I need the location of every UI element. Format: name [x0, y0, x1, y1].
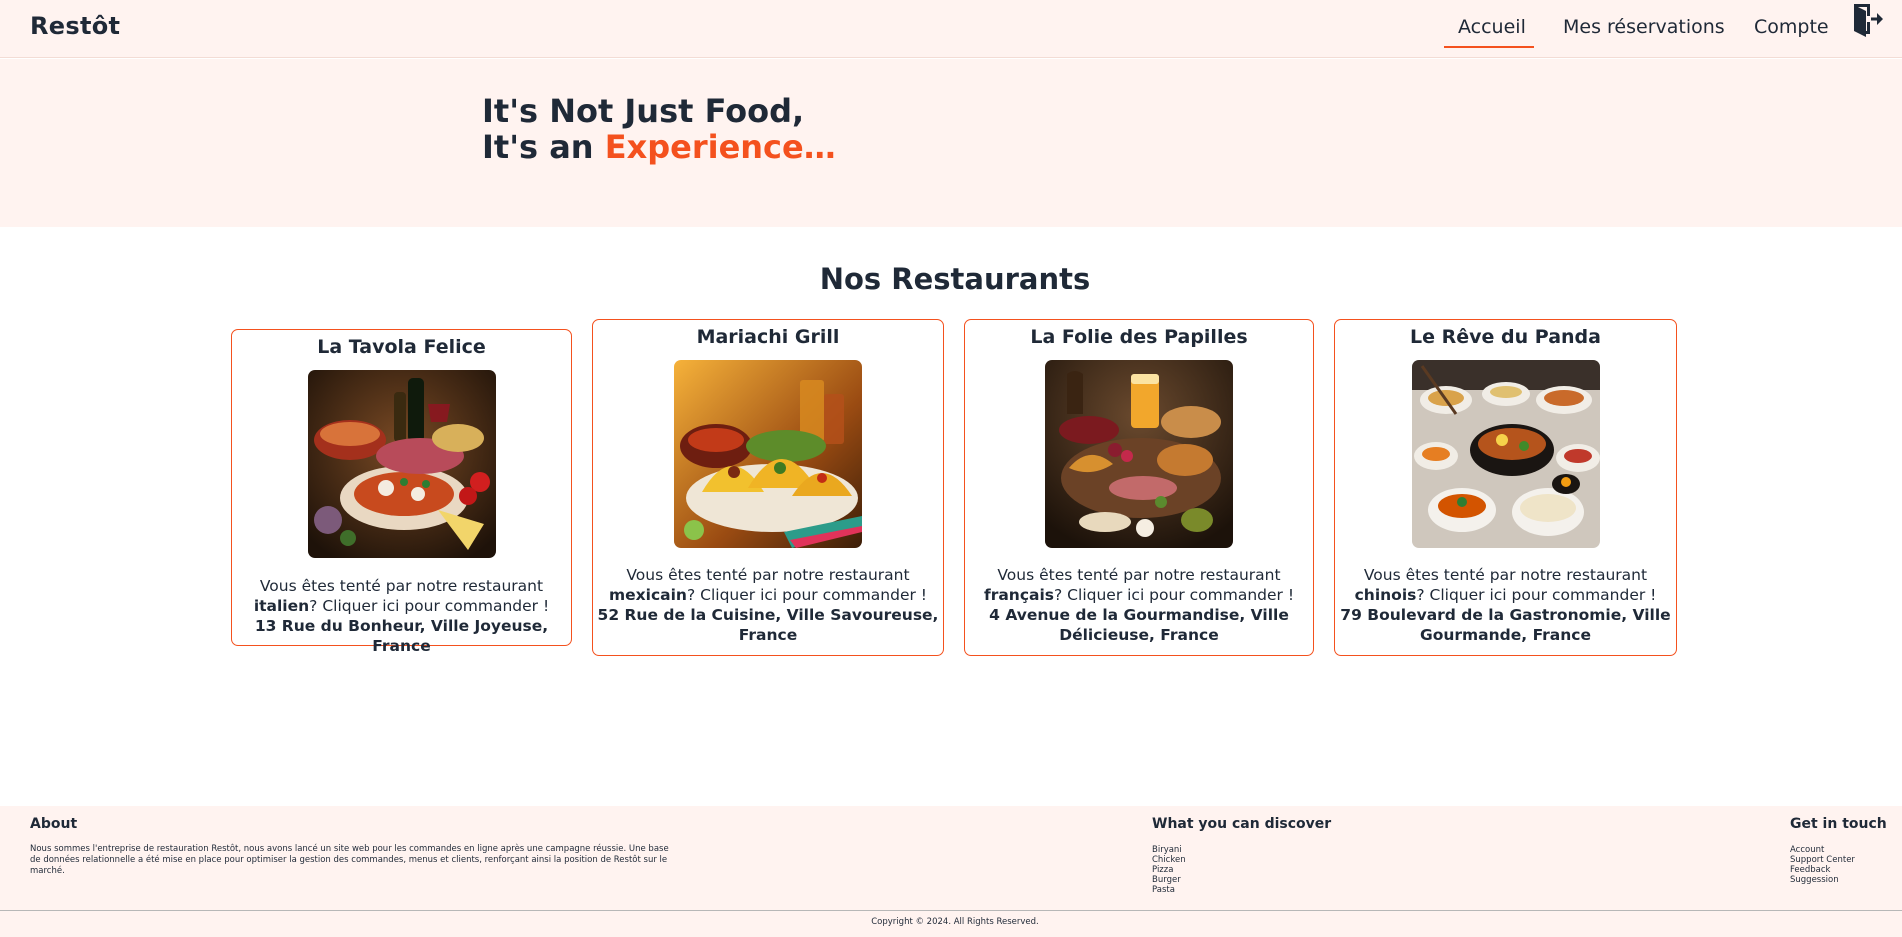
section-title: Nos Restaurants	[819, 262, 1091, 296]
restaurant-name: Mariachi Grill	[696, 326, 840, 348]
cuisine-type: français	[983, 586, 1055, 604]
restaurant-description: Vous êtes tenté par notre restaurant ita…	[236, 576, 567, 656]
restaurant-description: Vous êtes tenté par notre restaurant mex…	[597, 565, 939, 645]
restaurant-name: Le Rêve du Panda	[1410, 326, 1601, 348]
footer-contact-item-feedback[interactable]: Feedback	[1790, 865, 1855, 875]
top-navbar: Restôt Accueil Mes réservations Compte	[0, 0, 1902, 58]
order-cta-text: ? Cliquer ici pour commander !	[309, 597, 550, 615]
nav-link-mes-reservations[interactable]: Mes réservations	[1563, 16, 1725, 38]
footer-contact-item-account[interactable]: Account	[1790, 845, 1855, 855]
footer-discover-item[interactable]: Pasta	[1152, 885, 1186, 895]
nav-link-compte[interactable]: Compte	[1754, 16, 1829, 38]
restaurant-description: Vous êtes tenté par notre restaurant chi…	[1339, 565, 1672, 645]
hero-line-2-prefix: It's an	[482, 128, 605, 166]
description-intro: Vous êtes tenté par notre restaurant	[259, 577, 544, 595]
restaurant-address: 13 Rue du Bonheur, Ville Joyeuse, France	[254, 617, 549, 655]
restaurant-image-italian-food	[308, 370, 496, 558]
restaurant-card-la-tavola-felice[interactable]: La Tavola Felice Vous êtes tenté par not…	[231, 329, 572, 655]
restaurant-card-le-reve-du-panda[interactable]: Le Rêve du Panda Vous êtes tenté par not…	[1334, 319, 1677, 656]
footer-discover-item[interactable]: Burger	[1152, 875, 1186, 885]
cuisine-type: chinois	[1354, 586, 1417, 604]
cuisine-type: mexicain	[609, 586, 687, 604]
restaurant-description: Vous êtes tenté par notre restaurant fra…	[969, 565, 1309, 645]
brand-logo[interactable]: Restôt	[30, 12, 120, 40]
restaurant-card-la-folie-des-papilles[interactable]: La Folie des Papilles Vous êtes tenté pa…	[964, 319, 1314, 656]
description-intro: Vous êtes tenté par notre restaurant	[997, 566, 1281, 584]
restaurant-address: 52 Rue de la Cuisine, Ville Savoureuse, …	[597, 606, 939, 644]
footer-discover-title: What you can discover	[1152, 816, 1332, 832]
description-intro: Vous êtes tenté par notre restaurant	[626, 566, 910, 584]
cuisine-type: italien	[253, 597, 310, 615]
hero-headline-line-1: It's Not Just Food,	[482, 92, 805, 130]
footer-discover-item[interactable]: Biryani	[1152, 845, 1186, 855]
footer-divider	[0, 910, 1902, 911]
order-cta-text: ? Cliquer ici pour commander !	[686, 586, 927, 604]
logout-door-icon[interactable]	[1852, 3, 1884, 37]
restaurant-address: 4 Avenue de la Gourmandise, Ville Délici…	[989, 606, 1289, 644]
restaurant-name: La Tavola Felice	[317, 336, 486, 358]
restaurant-image-mexican-food	[674, 360, 862, 548]
footer-contact-title: Get in touch	[1790, 816, 1887, 832]
restaurant-image-chinese-food	[1412, 360, 1600, 548]
footer-contact-item-suggestion[interactable]: Suggession	[1790, 875, 1855, 885]
copyright-text: Copyright © 2024. All Rights Reserved.	[871, 917, 1039, 927]
restaurant-address: 79 Boulevard de la Gastronomie, Ville Go…	[1340, 606, 1671, 644]
restaurant-card-mariachi-grill[interactable]: Mariachi Grill Vous êtes tenté par notre…	[592, 319, 944, 656]
restaurant-name: La Folie des Papilles	[1030, 326, 1248, 348]
order-cta-text: ? Cliquer ici pour commander !	[1416, 586, 1657, 604]
active-nav-indicator	[1444, 46, 1534, 48]
footer-discover-list: Biryani Chicken Pizza Burger Pasta	[1152, 845, 1186, 895]
footer-contact-item-support[interactable]: Support Center	[1790, 855, 1855, 865]
hero-banner: It's Not Just Food, It's an Experience…	[0, 59, 1902, 227]
footer-about-text: Nous sommes l'entreprise de restauration…	[30, 844, 669, 876]
page-footer: About Nous sommes l'entreprise de restau…	[0, 806, 1902, 937]
nav-link-accueil[interactable]: Accueil	[1458, 16, 1526, 38]
hero-headline-line-2: It's an Experience…	[482, 129, 836, 165]
description-intro: Vous êtes tenté par notre restaurant	[1363, 566, 1648, 584]
order-cta-text: ? Cliquer ici pour commander !	[1054, 586, 1295, 604]
restaurant-image-french-food	[1045, 360, 1233, 548]
hero-accent-word: Experience…	[604, 128, 836, 166]
footer-discover-item[interactable]: Pizza	[1152, 865, 1186, 875]
footer-discover-item[interactable]: Chicken	[1152, 855, 1186, 865]
footer-contact-list: Account Support Center Feedback Suggessi…	[1790, 845, 1855, 885]
footer-about-title: About	[30, 816, 78, 832]
